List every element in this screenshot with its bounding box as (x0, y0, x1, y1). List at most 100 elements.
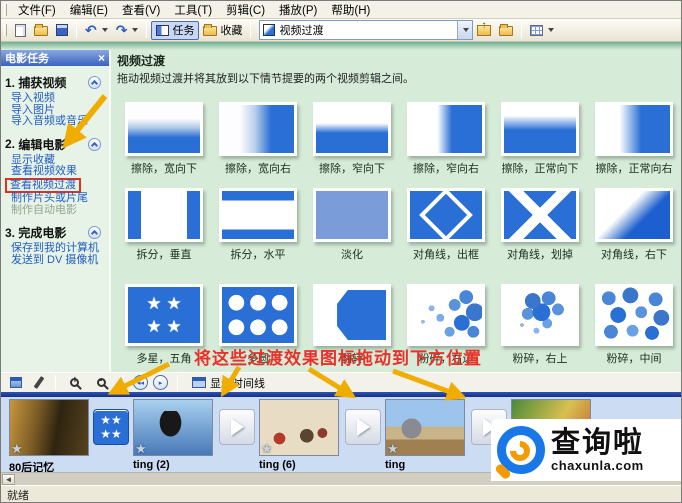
transition-thumbnail[interactable] (125, 188, 203, 242)
dropdown-arrow-button[interactable] (457, 21, 473, 39)
transition-thumbnail[interactable] (501, 284, 579, 346)
up-one-level-button[interactable] (473, 20, 495, 40)
transition-thumbnail[interactable] (595, 102, 673, 156)
diagonal-cross-icon (504, 191, 576, 239)
show-timeline-button[interactable]: 显示时间线 (187, 374, 270, 392)
clip-thumbnail[interactable] (9, 399, 89, 456)
menu-tools[interactable]: 工具(T) (167, 1, 219, 20)
storyboard-clip[interactable]: 80后记忆 (9, 399, 89, 475)
storyboard-clip[interactable]: ting (385, 399, 465, 471)
transition-label: 擦除，正常向下 (501, 163, 579, 175)
transition-item[interactable]: 拆分，水平 (211, 188, 305, 262)
open-project-button[interactable] (30, 21, 52, 40)
transition-item[interactable]: 擦除，宽向右 (211, 102, 305, 176)
zoom-out-button[interactable]: - (92, 376, 114, 388)
clip-thumbnail[interactable] (385, 399, 465, 456)
collapse-button[interactable] (88, 226, 101, 239)
effect-star-icon (261, 442, 273, 455)
transition-thumbnail[interactable] (313, 188, 391, 242)
transition-item[interactable]: 粉碎，右上 (493, 284, 587, 366)
redo-icon (116, 22, 128, 39)
transition-slot-empty[interactable] (219, 409, 255, 445)
transition-item[interactable]: 拆分，垂直 (117, 188, 211, 262)
transition-label: 拆分，垂直 (136, 249, 192, 261)
clip-thumbnail[interactable] (259, 399, 339, 456)
transition-thumbnail[interactable] (125, 284, 203, 346)
transition-thumbnail[interactable] (407, 188, 485, 242)
section-edit-movie: 2. 编辑电影 (5, 136, 107, 153)
menu-view[interactable]: 查看(V) (115, 1, 167, 20)
menu-edit[interactable]: 编辑(E) (63, 1, 115, 20)
toolbar-separator (146, 22, 148, 38)
transition-thumbnail[interactable] (219, 284, 297, 346)
transition-thumbnail[interactable] (595, 188, 673, 242)
transition-item[interactable]: 对角线，右下 (587, 188, 681, 262)
transition-item[interactable]: 擦除，宽向下 (117, 102, 211, 176)
play-button[interactable]: ▸ (153, 375, 168, 390)
transition-thumbnail[interactable] (313, 102, 391, 156)
toolbar-separator (521, 22, 523, 38)
movie-tasks-pane: 电影任务 × 1. 捕获视频 导入视频 导入图片 导入音频或音乐 2. 编辑电影… (1, 50, 111, 372)
pen-icon (33, 376, 45, 389)
sidebar-item-send-to-dv[interactable]: 发送到 DV 摄像机 (11, 254, 107, 267)
split-horizontal-icon (222, 191, 294, 239)
sidebar-item-import-video[interactable]: 导入视频 (11, 92, 107, 105)
scroll-left-button[interactable]: ◄ (2, 473, 15, 485)
tasks-button[interactable]: 任务 (151, 20, 200, 40)
menu-help[interactable]: 帮助(H) (324, 1, 377, 20)
transition-item[interactable]: 擦除，窄向右 (399, 102, 493, 176)
menu-play[interactable]: 播放(P) (272, 1, 324, 20)
menu-file[interactable]: 文件(F) (11, 1, 63, 20)
right-arrow-icon (230, 418, 244, 436)
collapse-button[interactable] (88, 137, 101, 151)
storyboard-clip[interactable]: ting (6) (259, 399, 339, 471)
transition-slot-empty[interactable] (345, 409, 381, 445)
transition-item[interactable]: 对角线，出框 (399, 188, 493, 262)
transition-thumbnail[interactable] (407, 284, 485, 346)
tasks-button-label: 任务 (172, 25, 195, 37)
collections-button[interactable]: 收藏 (199, 21, 246, 40)
new-project-button[interactable] (11, 21, 30, 40)
narration-button[interactable] (32, 375, 46, 390)
transition-thumbnail[interactable] (219, 188, 297, 242)
sidebar-item-save-to-computer[interactable]: 保存到我的计算机 (11, 242, 107, 255)
transition-thumbnail[interactable] (125, 102, 203, 156)
transition-thumbnail[interactable] (313, 284, 391, 346)
transition-item[interactable]: 擦除，窄向下 (305, 102, 399, 176)
transition-label: 擦除，宽向右 (225, 163, 291, 175)
collections-tree-button[interactable] (495, 21, 517, 40)
transition-slot-stars[interactable] (93, 409, 129, 445)
transition-item[interactable]: 对角线，划掉 (493, 188, 587, 262)
transition-thumbnail[interactable] (595, 284, 673, 346)
transition-thumbnail[interactable] (219, 102, 297, 156)
storyboard-view-button[interactable] (5, 376, 27, 389)
zoom-in-button[interactable]: + (65, 376, 87, 388)
redo-button[interactable] (112, 21, 143, 40)
transition-thumbnail[interactable] (501, 102, 579, 156)
transition-item[interactable]: 粉碎，中间 (587, 284, 681, 366)
transition-item[interactable]: 淡化 (305, 188, 399, 262)
close-icon[interactable]: × (98, 51, 105, 65)
menu-clip[interactable]: 剪辑(C) (219, 1, 272, 20)
sidebar-item-make-titles[interactable]: 制作片头或片尾 (11, 192, 107, 205)
sidebar-item-import-audio[interactable]: 导入音频或音乐 (11, 115, 107, 128)
chevron-down-icon (101, 28, 108, 32)
new-document-icon (15, 23, 26, 37)
views-button[interactable] (526, 21, 558, 40)
undo-icon (85, 22, 97, 39)
undo-button[interactable] (81, 21, 112, 40)
storyboard-clip[interactable]: ting (2) (133, 399, 213, 471)
sidebar-item-view-effects[interactable]: 查看视频效果 (11, 165, 107, 178)
collection-dropdown[interactable]: 视频过渡 (259, 20, 474, 40)
transition-item[interactable]: 擦除，正常向右 (587, 102, 681, 176)
sidebar-item-view-transitions[interactable]: 查看视频过渡 (5, 177, 81, 193)
transition-item[interactable]: 擦除，正常向下 (493, 102, 587, 176)
transition-thumbnail[interactable] (407, 102, 485, 156)
transition-thumbnail[interactable] (501, 188, 579, 242)
shatter-right-icon (410, 287, 482, 343)
collapse-button[interactable] (88, 76, 101, 89)
save-project-button[interactable] (52, 21, 72, 40)
movie-tasks-title: 电影任务 (5, 53, 49, 65)
clip-thumbnail[interactable] (133, 399, 213, 456)
rewind-button[interactable]: ◂◂ (133, 375, 148, 390)
